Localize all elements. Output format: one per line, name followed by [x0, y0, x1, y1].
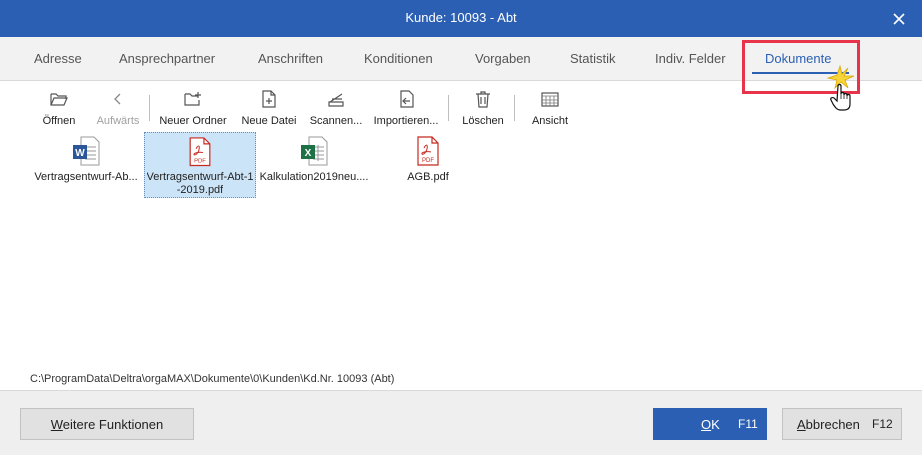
- svg-text:W: W: [75, 148, 85, 159]
- svg-text:X: X: [305, 148, 312, 159]
- chevron-left-icon: [114, 93, 121, 105]
- toolbar-separator: [149, 95, 150, 121]
- new-file-icon: [262, 90, 276, 108]
- word-document-icon: W: [73, 136, 100, 166]
- file-name-line2: -2019.pdf: [176, 184, 224, 197]
- view-grid-icon: [541, 92, 559, 107]
- tab-vorgaben[interactable]: Vorgaben: [475, 51, 531, 66]
- toolbar-separator: [514, 95, 515, 121]
- import-label: Importieren...: [373, 115, 439, 127]
- hand-cursor-icon: [826, 64, 855, 111]
- file-name: AGB.pdf: [407, 171, 449, 183]
- import-button[interactable]: Importieren...: [370, 87, 442, 131]
- file-item-selected[interactable]: PDF Vertragsentwurf-Abt-1 -2019.pdf: [144, 132, 256, 198]
- file-name-line1: Vertragsentwurf-Abt-1: [146, 171, 254, 184]
- tab-statistik[interactable]: Statistik: [570, 51, 616, 66]
- file-name: Kalkulation2019neu....: [259, 171, 369, 183]
- open-folder-icon: [50, 93, 68, 106]
- folder-path: C:\ProgramData\Deltra\orgaMAX\Dokumente\…: [30, 373, 395, 385]
- excel-document-icon: X: [301, 136, 328, 166]
- close-icon: [893, 12, 905, 25]
- open-button[interactable]: Öffnen: [40, 87, 78, 131]
- view-button[interactable]: Ansicht: [528, 87, 572, 131]
- new-folder-button[interactable]: Neuer Ordner: [158, 87, 228, 131]
- new-folder-label: Neuer Ordner: [159, 115, 227, 127]
- open-label: Öffnen: [42, 115, 76, 127]
- new-file-button[interactable]: Neue Datei: [240, 87, 298, 131]
- delete-label: Löschen: [462, 115, 504, 127]
- file-item[interactable]: W Vertragsentwurf-Ab...: [30, 132, 142, 187]
- file-item[interactable]: PDF AGB.pdf: [372, 132, 484, 187]
- cancel-label: Abbrechen: [797, 416, 860, 432]
- tab-adresse[interactable]: Adresse: [34, 51, 82, 66]
- scan-label: Scannen...: [309, 115, 363, 127]
- more-functions-label: Weitere Funktionen: [50, 416, 164, 432]
- trash-icon: [476, 91, 490, 108]
- scan-button[interactable]: Scannen...: [306, 87, 366, 131]
- import-icon: [400, 90, 414, 108]
- title-bar: Kunde: 10093 - Abt: [0, 0, 922, 37]
- up-button[interactable]: Aufwärts: [94, 87, 142, 131]
- new-file-label: Neue Datei: [241, 115, 297, 127]
- tab-ansprechpartner[interactable]: Ansprechpartner: [119, 51, 215, 66]
- tab-anschriften[interactable]: Anschriften: [258, 51, 323, 66]
- ok-button[interactable]: OK F11: [653, 408, 767, 440]
- window-title: Kunde: 10093 - Abt: [405, 10, 517, 25]
- ok-label: OK: [701, 416, 720, 432]
- pdf-icon: PDF: [417, 136, 439, 166]
- pdf-icon: PDF: [189, 137, 211, 167]
- tab-indiv-felder[interactable]: Indiv. Felder: [655, 51, 726, 66]
- file-name: Vertragsentwurf-Ab...: [34, 171, 138, 183]
- new-folder-icon: [184, 92, 201, 106]
- tab-konditionen[interactable]: Konditionen: [364, 51, 433, 66]
- ok-shortcut: F11: [738, 417, 758, 431]
- cancel-button[interactable]: Abbrechen F12: [782, 408, 902, 440]
- more-functions-button[interactable]: Weitere Funktionen: [20, 408, 194, 440]
- dialog-footer: Weitere Funktionen OK F11 Abbrechen F12: [0, 390, 922, 455]
- file-item[interactable]: X Kalkulation2019neu....: [258, 132, 370, 187]
- svg-text:PDF: PDF: [422, 158, 434, 164]
- scanner-icon: [328, 93, 344, 107]
- delete-button[interactable]: Löschen: [460, 87, 506, 131]
- up-label: Aufwärts: [96, 115, 140, 127]
- svg-text:PDF: PDF: [194, 159, 206, 165]
- cancel-shortcut: F12: [872, 417, 893, 431]
- view-label: Ansicht: [531, 115, 569, 127]
- close-button[interactable]: [876, 0, 922, 37]
- toolbar-separator: [448, 95, 449, 121]
